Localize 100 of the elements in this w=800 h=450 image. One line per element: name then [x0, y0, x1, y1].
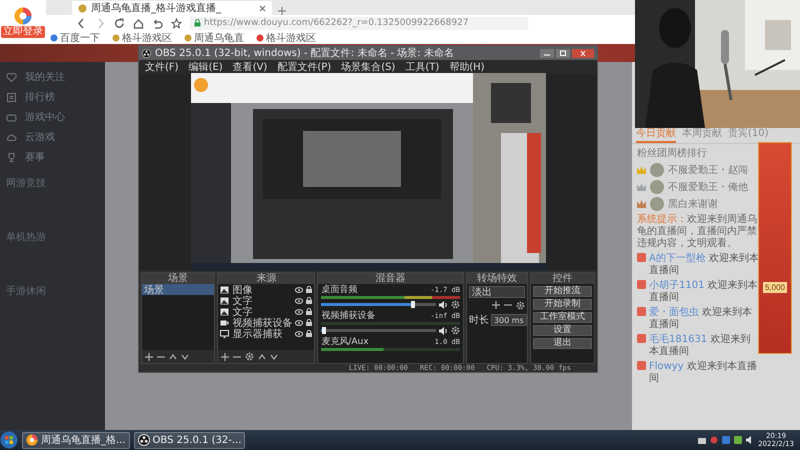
login-badge[interactable]: 立即登录 [1, 26, 45, 38]
settings-icon[interactable] [450, 300, 460, 309]
control-button[interactable]: 退出 [532, 338, 592, 349]
start-icon[interactable] [0, 431, 18, 449]
system-message: 系统提示：欢迎来到周通乌龟的直播间，直播间内严禁违规内容，文明观看。 [637, 214, 758, 250]
source-item[interactable]: 显示器捕获 [218, 328, 314, 339]
scene-item[interactable]: 场景 [142, 284, 214, 295]
settings-icon[interactable] [450, 326, 460, 335]
avatar [650, 180, 664, 194]
move-down-icon[interactable] [181, 352, 189, 360]
add-icon[interactable] [221, 352, 230, 360]
duration-field[interactable]: 300 ms [490, 314, 527, 326]
move-up-icon[interactable] [169, 352, 177, 360]
star-icon[interactable] [171, 18, 182, 28]
lock-icon[interactable] [306, 308, 312, 315]
menu-item[interactable]: 帮助(H) [449, 60, 485, 74]
bookmark[interactable]: 百度一下 [50, 30, 100, 44]
close-icon[interactable] [572, 48, 594, 58]
lock-icon[interactable] [306, 319, 312, 326]
user-name: 黑白来谢谢 [668, 198, 718, 211]
image-icon [220, 286, 230, 294]
maximize-icon[interactable] [556, 48, 570, 58]
chat-message: 爱・面包虫 欢迎来到本直播间 [649, 307, 754, 331]
dock-title: 控件 [530, 273, 594, 284]
browser-icon [26, 434, 38, 446]
eye-icon[interactable] [295, 286, 304, 292]
lock-icon [194, 19, 201, 27]
settings-icon[interactable] [245, 352, 254, 361]
avatar [650, 163, 664, 177]
menu-item[interactable]: 配置文件(P) [277, 60, 332, 74]
source-item[interactable]: 视频捕获设备 [218, 317, 314, 328]
heart-icon [6, 72, 17, 82]
dock-title: 混音器 [318, 273, 463, 284]
control-button[interactable]: 设置 [532, 325, 592, 336]
cup-icon [6, 152, 17, 162]
section-heading: 网游竞技 [5, 176, 47, 191]
lock-icon[interactable] [306, 330, 312, 337]
section-heading: 单机热游 [5, 230, 47, 245]
source-item[interactable]: 文字 [218, 295, 314, 306]
image-icon [220, 308, 230, 316]
home-icon[interactable] [133, 18, 144, 28]
menu-item[interactable]: 场景集合(S) [341, 60, 396, 74]
control-button[interactable]: 开始录制 [532, 299, 592, 310]
menu-item[interactable]: 编辑(E) [188, 60, 223, 74]
dock-title: 转场特效 [466, 273, 527, 284]
menu-item[interactable]: 查看(V) [232, 60, 268, 74]
add-icon[interactable] [145, 352, 153, 360]
cloud-icon [6, 132, 17, 142]
source-item[interactable]: 图像 [218, 284, 314, 295]
menu-item[interactable]: 文件(F) [145, 60, 179, 74]
menu-item[interactable]: 工具(T) [405, 60, 440, 74]
settings-icon[interactable] [516, 301, 525, 310]
chat-message: 毛毛181631 欢迎来到本直播间 [649, 334, 752, 358]
dock-title: 场景 [142, 273, 214, 284]
eye-icon[interactable] [295, 330, 304, 336]
control-button[interactable]: 工作室模式 [532, 312, 592, 323]
eye-icon[interactable] [295, 308, 304, 314]
level-badge-icon [637, 280, 646, 289]
chat-message: A的下一型枪 欢迎来到本直播间 [649, 253, 760, 277]
add-icon[interactable] [492, 301, 500, 309]
speaker-icon[interactable] [438, 326, 448, 334]
bookmark[interactable]: 格斗游戏区 [112, 30, 172, 44]
channel-name: 视频捕获设备 [321, 311, 376, 321]
speaker-icon[interactable] [438, 300, 448, 308]
list-icon [6, 92, 17, 102]
channel-name: 桌面音频 [321, 285, 358, 295]
bookmark[interactable]: 格斗游戏区 [256, 30, 316, 44]
lock-icon[interactable] [306, 297, 312, 304]
rank-title: 粉丝团周榜排行 [637, 146, 708, 160]
window-title: OBS 25.0.1 (32-bit, windows) - 配置文件: 未命名 - 场景: 未命名 [155, 46, 454, 60]
bookmark-icon [112, 34, 120, 42]
close-icon[interactable] [259, 4, 266, 12]
monitor-icon [220, 330, 230, 338]
promo-amount: 5,000 [762, 282, 788, 293]
eye-icon[interactable] [295, 298, 304, 304]
chat-message: Flowyy 欢迎来到本直播间 [649, 361, 758, 385]
minimize-icon[interactable] [540, 48, 554, 58]
bookmark-icon [50, 34, 58, 42]
undo-icon[interactable] [152, 18, 163, 28]
bookmark[interactable]: 周通乌龟直 [184, 30, 244, 44]
move-down-icon[interactable] [270, 352, 278, 360]
volume-slider[interactable] [321, 303, 414, 306]
obs-icon [138, 434, 150, 446]
new-tab-icon[interactable] [278, 7, 286, 15]
bookmark-icon [184, 34, 192, 42]
taskbar-button[interactable]: 周通乌龟直播_格... [22, 432, 130, 448]
obs-logo-icon [142, 48, 151, 58]
lock-icon[interactable] [306, 286, 312, 293]
control-button[interactable]: 开始推流 [532, 286, 592, 297]
pad-icon [6, 112, 17, 122]
eye-icon[interactable] [295, 320, 304, 326]
source-item[interactable]: 文字 [218, 306, 314, 317]
move-up-icon[interactable] [258, 352, 266, 360]
transition-select[interactable]: 淡出 [468, 286, 525, 298]
avatar [650, 197, 664, 211]
dock-title: 来源 [218, 273, 314, 284]
reload-icon[interactable] [114, 18, 125, 28]
favicon-icon [78, 4, 87, 12]
taskbar-button[interactable]: OBS 25.0.1 (32-... [134, 432, 246, 448]
browser-tab[interactable]: 周通乌龟直播_格斗游戏直播_ [72, 1, 272, 15]
